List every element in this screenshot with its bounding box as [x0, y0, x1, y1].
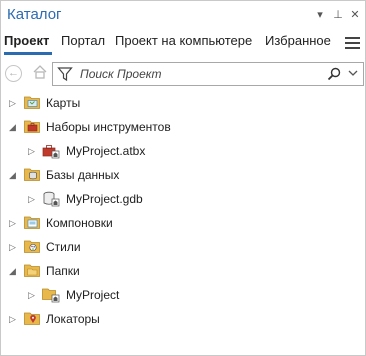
maps-folder-icon [24, 95, 40, 109]
expand-arrow-icon[interactable]: ▷ [28, 289, 38, 301]
locators-folder-icon [24, 311, 40, 325]
tree-item-layouts[interactable]: ▷ Компоновки [1, 211, 365, 235]
tree-item-toolboxes[interactable]: ◢ Наборы инструментов [1, 115, 365, 139]
chevron-down-icon[interactable] [347, 67, 359, 79]
tree-item-label: Карты [46, 96, 81, 110]
pin-icon[interactable]: ⊥ [331, 8, 345, 22]
toolbar: ← Поиск Проект [1, 61, 365, 87]
project-folder-icon [42, 287, 60, 303]
toolboxes-folder-icon [24, 119, 40, 133]
collapse-arrow-icon[interactable]: ◢ [9, 169, 19, 181]
tree-item-label: Папки [46, 264, 80, 278]
tree-item-label: Стили [46, 240, 81, 254]
catalog-tabs: Проект Портал Проект на компьютере Избра… [1, 29, 365, 55]
search-icon[interactable] [326, 66, 342, 82]
tree-item-styles[interactable]: ▷ Стили [1, 235, 365, 259]
tree-item-label: Компоновки [46, 216, 113, 230]
tree-item-label: Наборы инструментов [46, 120, 171, 134]
tree-item-label: Локаторы [46, 312, 100, 326]
search-input[interactable]: Поиск Проект [80, 67, 162, 81]
tree-item-toolbox-file[interactable]: ▷ MyProject.atbx [1, 139, 365, 163]
filter-icon[interactable] [57, 66, 73, 82]
styles-folder-icon [24, 239, 40, 253]
layouts-folder-icon [24, 215, 40, 229]
tree-item-databases[interactable]: ◢ Базы данных [1, 163, 365, 187]
geodatabase-icon [42, 191, 60, 207]
collapse-arrow-icon[interactable]: ◢ [9, 121, 19, 133]
tree-item-project-folder[interactable]: ▷ MyProject [1, 283, 365, 307]
pane-title: Каталог [7, 6, 62, 23]
tree-item-maps[interactable]: ▷ Карты [1, 91, 365, 115]
back-arrow-icon[interactable]: ← [5, 65, 22, 82]
search-box: Поиск Проект [52, 62, 364, 86]
tree-item-gdb[interactable]: ▷ MyProject.gdb [1, 187, 365, 211]
tree-item-label: MyProject.atbx [66, 144, 146, 158]
active-tab-indicator [4, 52, 52, 55]
pane-options-chevron-icon[interactable]: ▾ [313, 8, 327, 22]
catalog-pane: Каталог ▾ ⊥ ✕ Проект Портал Проект на ко… [0, 0, 366, 356]
tree-item-label: Базы данных [46, 168, 120, 182]
titlebar: Каталог ▾ ⊥ ✕ [1, 1, 365, 29]
close-icon[interactable]: ✕ [348, 8, 362, 22]
expand-arrow-icon[interactable]: ▷ [28, 193, 38, 205]
collapse-arrow-icon[interactable]: ◢ [9, 265, 19, 277]
folders-folder-icon [24, 263, 40, 277]
tree-item-label: MyProject [66, 288, 120, 302]
tab-computer[interactable]: Проект на компьютере [115, 33, 252, 48]
home-icon[interactable] [31, 64, 49, 82]
tab-portal[interactable]: Портал [61, 33, 105, 48]
tree-item-locators[interactable]: ▷ Локаторы [1, 307, 365, 331]
tab-favorites[interactable]: Избранное [265, 33, 331, 48]
expand-arrow-icon[interactable]: ▷ [28, 145, 38, 157]
expand-arrow-icon[interactable]: ▷ [9, 241, 19, 253]
expand-arrow-icon[interactable]: ▷ [9, 97, 19, 109]
expand-arrow-icon[interactable]: ▷ [9, 313, 19, 325]
tree-item-folders[interactable]: ◢ Папки [1, 259, 365, 283]
tab-project[interactable]: Проект [4, 33, 49, 48]
hamburger-menu-icon[interactable] [345, 37, 360, 52]
tree-item-label: MyProject.gdb [66, 192, 143, 206]
databases-folder-icon [24, 167, 40, 181]
toolbox-icon [42, 143, 60, 159]
expand-arrow-icon[interactable]: ▷ [9, 217, 19, 229]
